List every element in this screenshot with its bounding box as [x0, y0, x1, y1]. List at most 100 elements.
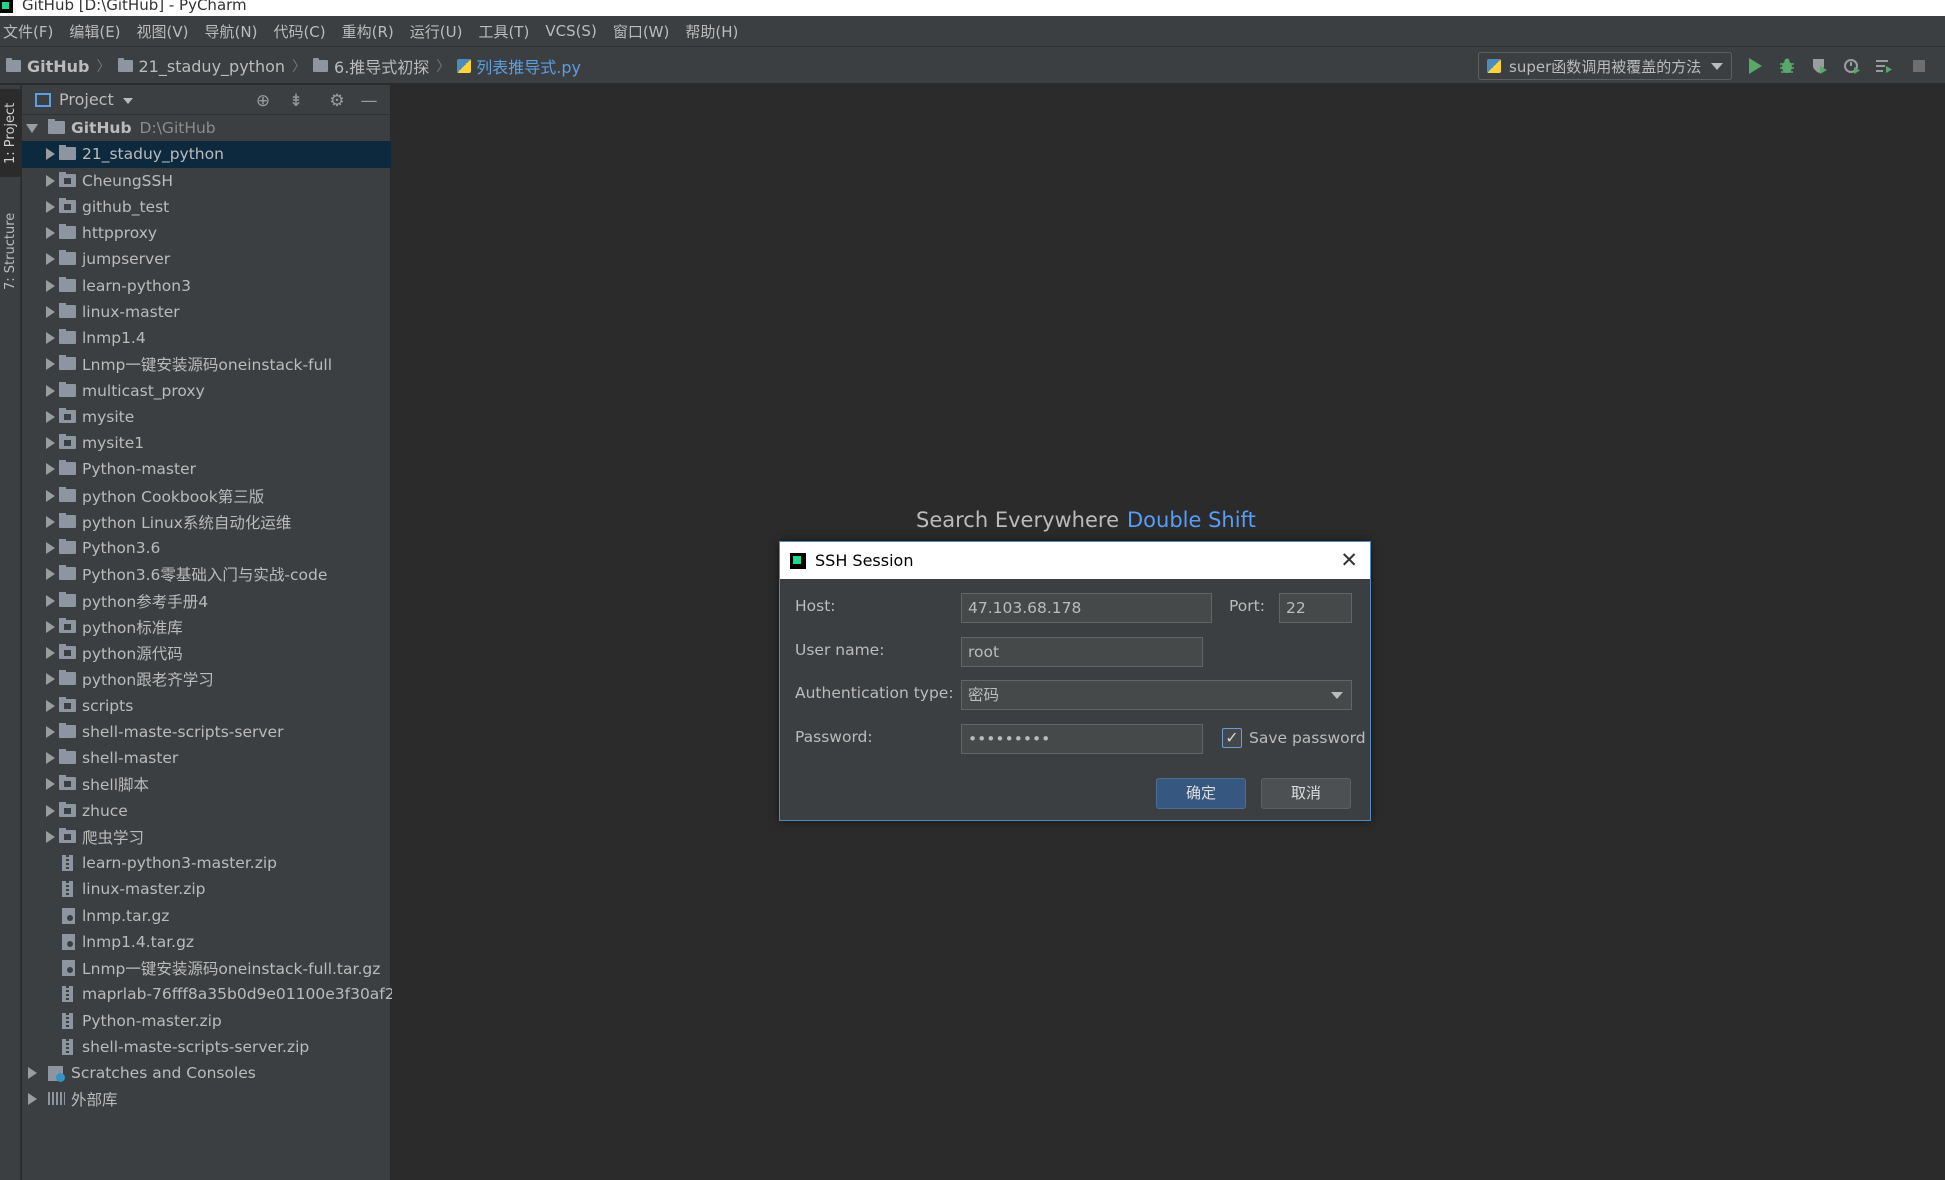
- tree-item[interactable]: maprlab-76fff8a35b0d9e01100e3f30af27: [22, 981, 405, 1007]
- tree-root-node[interactable]: GitHub D:\GitHub: [22, 115, 391, 141]
- menu-help[interactable]: 帮助(H): [685, 21, 738, 42]
- menu-tools[interactable]: 工具(T): [478, 21, 529, 42]
- tree-item[interactable]: Python3.6: [22, 535, 391, 561]
- tree-item[interactable]: python Cookbook第三版: [22, 483, 391, 509]
- run-configuration-selector[interactable]: super函数调用被覆盖的方法: [1478, 52, 1732, 80]
- chevron-right-icon[interactable]: [46, 647, 55, 659]
- gear-icon[interactable]: ⚙: [328, 92, 346, 110]
- tree-item[interactable]: shell-master: [22, 745, 391, 771]
- tree-item[interactable]: Python-master.zip: [22, 1008, 391, 1034]
- ok-button[interactable]: 确定: [1156, 778, 1246, 809]
- tree-item[interactable]: linux-master.zip: [22, 876, 391, 902]
- chevron-right-icon[interactable]: [46, 279, 55, 292]
- profile-button[interactable]: [1842, 56, 1862, 76]
- tree-item[interactable]: lnmp1.4: [22, 325, 391, 351]
- chevron-right-icon[interactable]: [46, 620, 55, 633]
- chevron-right-icon[interactable]: [46, 410, 55, 423]
- chevron-right-icon[interactable]: [46, 725, 55, 738]
- tree-item[interactable]: python参考手册4: [22, 588, 391, 614]
- menu-view[interactable]: 视图(V): [137, 21, 189, 42]
- project-view-selector[interactable]: Project: [59, 90, 114, 109]
- host-input[interactable]: 47.103.68.178: [961, 593, 1212, 623]
- chevron-right-icon[interactable]: [46, 830, 55, 843]
- chevron-right-icon[interactable]: [46, 174, 55, 187]
- chevron-right-icon[interactable]: [46, 148, 55, 161]
- chevron-right-icon[interactable]: [46, 227, 55, 239]
- stop-button[interactable]: [1909, 56, 1929, 76]
- chevron-right-icon[interactable]: [28, 1067, 37, 1079]
- tree-item[interactable]: python Linux系统自动化运维: [22, 509, 391, 535]
- chevron-right-icon[interactable]: [46, 568, 55, 581]
- chevron-right-icon[interactable]: [46, 594, 55, 607]
- debug-button[interactable]: [1777, 56, 1797, 76]
- tree-item[interactable]: lnmp.tar.gz: [22, 903, 391, 929]
- breadcrumb-file[interactable]: 列表推导式.py: [457, 54, 581, 78]
- menu-run[interactable]: 运行(U): [410, 21, 463, 42]
- menu-file[interactable]: 文件(F): [3, 21, 53, 42]
- chevron-right-icon[interactable]: [46, 200, 55, 213]
- tab-structure-tool[interactable]: 7: Structure: [0, 197, 21, 305]
- breadcrumb-root[interactable]: GitHub: [6, 57, 90, 76]
- tree-item[interactable]: 爬虫学习: [22, 824, 391, 850]
- chevron-right-icon[interactable]: [46, 699, 55, 712]
- save-password-label[interactable]: Save password: [1249, 729, 1366, 747]
- tree-item[interactable]: mysite: [22, 404, 391, 430]
- chevron-down-icon[interactable]: [26, 124, 38, 133]
- tree-item[interactable]: Python-master: [22, 456, 391, 482]
- run-button[interactable]: [1745, 56, 1765, 76]
- password-input[interactable]: •••••••••: [961, 724, 1203, 754]
- menu-vcs[interactable]: VCS(S): [545, 22, 596, 40]
- hide-panel-icon[interactable]: —: [360, 92, 378, 110]
- tree-item[interactable]: shell脚本: [22, 771, 391, 797]
- tree-item[interactable]: github_test: [22, 194, 391, 220]
- chevron-right-icon[interactable]: [46, 542, 55, 554]
- save-password-checkbox[interactable]: ✓: [1222, 728, 1242, 748]
- tree-item[interactable]: python标准库: [22, 614, 391, 640]
- tree-item[interactable]: python跟老齐学习: [22, 666, 391, 692]
- chevron-right-icon[interactable]: [46, 384, 55, 397]
- tree-item[interactable]: httpproxy: [22, 220, 391, 246]
- chevron-right-icon[interactable]: [46, 752, 55, 764]
- tree-scratches-node[interactable]: Scratches and Consoles: [22, 1060, 391, 1086]
- tree-item[interactable]: shell-maste-scripts-server.zip: [22, 1034, 391, 1060]
- tree-item[interactable]: shell-maste-scripts-server: [22, 719, 391, 745]
- close-icon[interactable]: ✕: [1340, 548, 1358, 572]
- tree-item[interactable]: linux-master: [22, 299, 391, 325]
- collapse-all-icon[interactable]: ⇟: [287, 92, 305, 110]
- port-input[interactable]: 22: [1279, 593, 1352, 623]
- chevron-right-icon[interactable]: [46, 489, 55, 502]
- chevron-right-icon[interactable]: [46, 515, 55, 528]
- tree-item[interactable]: 21_staduy_python: [22, 141, 391, 168]
- chevron-right-icon[interactable]: [46, 305, 55, 318]
- menu-refactor[interactable]: 重构(R): [342, 21, 394, 42]
- tree-item[interactable]: python源代码: [22, 640, 391, 666]
- auth-type-select[interactable]: 密码: [961, 680, 1352, 710]
- tab-project-tool[interactable]: 1: Project: [0, 89, 21, 177]
- cancel-button[interactable]: 取消: [1261, 778, 1351, 809]
- menu-edit[interactable]: 编辑(E): [69, 21, 120, 42]
- chevron-right-icon[interactable]: [46, 673, 55, 686]
- tree-item[interactable]: mysite1: [22, 430, 391, 456]
- chevron-right-icon[interactable]: [46, 332, 55, 344]
- tree-item[interactable]: zhuce: [22, 798, 391, 824]
- chevron-right-icon[interactable]: [46, 804, 55, 817]
- tree-item[interactable]: CheungSSH: [22, 168, 391, 194]
- menu-code[interactable]: 代码(C): [273, 21, 325, 42]
- tree-external-libraries-node[interactable]: 外部库: [22, 1086, 391, 1112]
- run-concurrency-button[interactable]: [1874, 56, 1894, 76]
- breadcrumb-folder[interactable]: 6.推导式初探: [313, 54, 429, 78]
- username-input[interactable]: root: [961, 637, 1203, 667]
- chevron-down-icon[interactable]: [122, 97, 133, 104]
- tree-item[interactable]: Python3.6零基础入门与实战-code: [22, 561, 391, 587]
- tree-item[interactable]: learn-python3-master.zip: [22, 850, 391, 876]
- chevron-right-icon[interactable]: [46, 463, 55, 476]
- run-with-coverage-button[interactable]: [1809, 56, 1829, 76]
- tree-item[interactable]: jumpserver: [22, 246, 391, 272]
- tree-item[interactable]: lnmp1.4.tar.gz: [22, 929, 391, 955]
- tree-item[interactable]: learn-python3: [22, 273, 391, 299]
- locate-file-icon[interactable]: ⊕: [254, 92, 272, 110]
- tree-item[interactable]: Lnmp一键安装源码oneinstack-full: [22, 351, 391, 377]
- chevron-right-icon[interactable]: [46, 778, 55, 791]
- menu-window[interactable]: 窗口(W): [613, 21, 670, 42]
- tree-item[interactable]: scripts: [22, 693, 391, 719]
